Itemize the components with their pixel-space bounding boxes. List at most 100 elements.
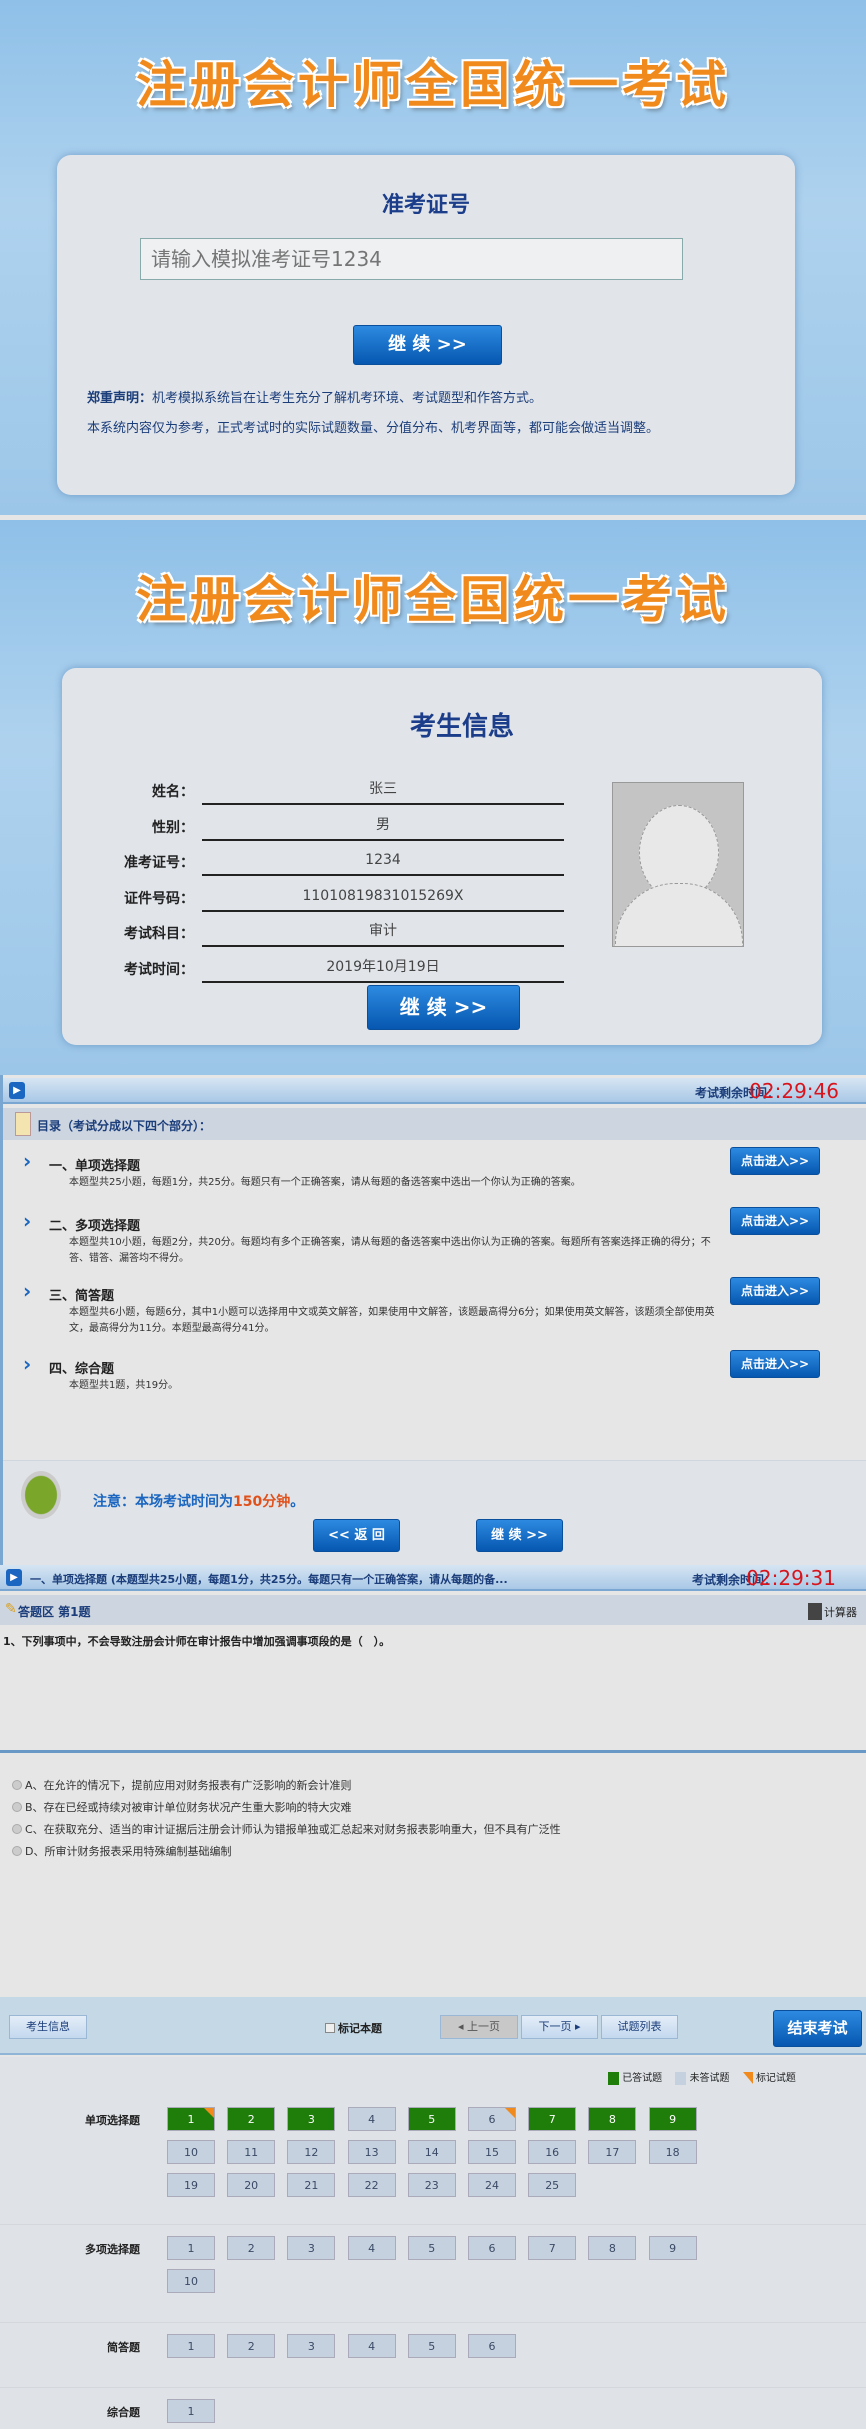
question-number-cell[interactable]: 7 <box>528 2107 577 2131</box>
question-number-cell[interactable]: 1 <box>167 2236 215 2260</box>
question-number-cell[interactable]: 4 <box>347 2334 396 2358</box>
question-number-cell[interactable]: 8 <box>588 2236 637 2260</box>
divider <box>0 1750 866 1753</box>
calculator-icon <box>808 1603 822 1620</box>
question-number-cell[interactable]: 9 <box>648 2107 697 2131</box>
question-number-cell[interactable]: 6 <box>468 2107 516 2131</box>
question-number-cell[interactable]: 10 <box>167 2140 215 2164</box>
countdown-timer: 02:29:31 <box>746 1566 836 1590</box>
answer-option[interactable]: B、存在已经或持续对被审计单位财务状况产生重大影响的特大灾难 <box>12 1799 352 1815</box>
legend-marked: 标记试题 <box>755 2073 796 2084</box>
mark-label: 标记本题 <box>338 2022 382 2035</box>
enter-section-button[interactable]: 点击进入>> <box>730 1147 820 1175</box>
question-number-cell[interactable]: 12 <box>287 2140 336 2164</box>
question-number-cell[interactable]: 16 <box>528 2140 577 2164</box>
chevron-right-icon: › <box>23 1209 32 1233</box>
back-button[interactable]: << 返 回 <box>313 1519 400 1552</box>
info-value: 审计 <box>202 917 564 947</box>
play-icon: ▶ <box>9 1082 25 1099</box>
enter-section-button[interactable]: 点击进入>> <box>730 1207 820 1235</box>
question-number-cell[interactable]: 23 <box>407 2173 456 2197</box>
answer-option[interactable]: C、在获取充分、适当的审计证据后注册会计师认为错报单独或汇总起来对财务报表影响重… <box>12 1821 561 1837</box>
question-number-cell[interactable]: 24 <box>468 2173 516 2197</box>
pencil-icon: ✎ <box>5 1601 17 1617</box>
question-number-cell[interactable]: 2 <box>227 2107 276 2131</box>
mark-question-checkbox[interactable]: 标记本题 <box>325 2020 382 2036</box>
info-value: 张三 <box>202 775 564 805</box>
question-number-cell[interactable]: 7 <box>528 2236 577 2260</box>
info-value: 男 <box>202 811 564 841</box>
marked-swatch <box>742 2072 753 2084</box>
alarm-clock-icon <box>21 1471 61 1519</box>
question-number-cell[interactable]: 17 <box>588 2140 637 2164</box>
question-number-cell[interactable]: 19 <box>167 2173 215 2197</box>
question-number-cell[interactable]: 20 <box>227 2173 276 2197</box>
question-number-cell[interactable]: 1 <box>167 2334 215 2358</box>
prev-page-button[interactable]: ◂ 上一页 <box>440 2015 518 2039</box>
student-info-button[interactable]: 考生信息 <box>9 2015 87 2039</box>
info-heading: 考生信息 <box>409 712 514 742</box>
question-number-cell[interactable]: 22 <box>347 2173 396 2197</box>
question-number-cell[interactable]: 21 <box>287 2173 336 2197</box>
continue-button[interactable]: 继 续 >> <box>367 985 520 1030</box>
question-number-cell[interactable]: 4 <box>347 2107 396 2131</box>
calculator-button[interactable]: 计算器 <box>808 1601 857 1620</box>
question-number-cell[interactable]: 10 <box>167 2269 215 2293</box>
question-number-cell[interactable]: 1 <box>167 2107 215 2131</box>
chevron-right-icon: › <box>23 1149 32 1173</box>
unanswered-swatch <box>675 2071 687 2085</box>
admission-number-input[interactable] <box>140 238 683 280</box>
question-list-button[interactable]: 试题列表 <box>601 2015 678 2039</box>
legend-answered: 已答试题 <box>622 2073 663 2084</box>
radio-button[interactable] <box>12 1780 22 1790</box>
question-number-cell[interactable]: 5 <box>407 2334 456 2358</box>
calculator-label: 计算器 <box>824 1606 857 1619</box>
question-number-cell[interactable]: 3 <box>287 2107 336 2131</box>
question-number-cell[interactable]: 3 <box>287 2236 336 2260</box>
enter-section-button[interactable]: 点击进入>> <box>730 1350 820 1378</box>
question-number-cell[interactable]: 2 <box>227 2334 276 2358</box>
question-text: 1、下列事项中，不会导致注册会计师在审计报告中增加强调事项段的是（ ）。 <box>3 1635 391 1648</box>
end-exam-button[interactable]: 结束考试 <box>773 2010 862 2047</box>
question-number-cell[interactable]: 25 <box>528 2173 577 2197</box>
notepad-icon <box>15 1112 31 1136</box>
radio-button[interactable] <box>12 1824 22 1834</box>
directory-header: ▶ 考试剩余时间： 02:29:46 <box>3 1078 866 1104</box>
question-number-cell[interactable]: 6 <box>468 2334 516 2358</box>
play-icon: ▶ <box>6 1569 22 1586</box>
question-number-cell[interactable]: 18 <box>648 2140 697 2164</box>
notice-text: 注意：本场考试时间为 <box>93 1494 233 1510</box>
toolbar <box>0 1997 866 2055</box>
enter-section-button[interactable]: 点击进入>> <box>730 1277 820 1305</box>
answer-option[interactable]: D、所审计财务报表采用特殊编制基础编制 <box>12 1843 231 1859</box>
section-description: 一、单项选择题 (本题型共25小题，每题1分，共25分。每题只有一个正确答案，请… <box>30 1573 508 1586</box>
question-number-cell[interactable]: 9 <box>648 2236 697 2260</box>
question-number-cell[interactable]: 15 <box>468 2140 516 2164</box>
radio-button[interactable] <box>12 1846 22 1856</box>
answer-option[interactable]: A、在允许的情况下，提前应用对财务报表有广泛影响的新会计准则 <box>12 1777 352 1793</box>
question-number-cell[interactable]: 4 <box>347 2236 396 2260</box>
banner-title: 注册会计师全国统一考试 <box>136 55 730 114</box>
student-info-screen: 注册会计师全国统一考试 考生信息 姓名： 张三 性别： 男准考证号： 1234 证件号码：… <box>0 520 866 1075</box>
question-number-cell[interactable]: 14 <box>407 2140 456 2164</box>
question-number-cell[interactable]: 1 <box>167 2399 215 2423</box>
question-number-cell[interactable]: 6 <box>468 2236 516 2260</box>
question-number-cell[interactable]: 13 <box>347 2140 396 2164</box>
exam-duration-notice: 注意：本场考试时间为150分钟。 <box>93 1491 304 1511</box>
question-number-cell[interactable]: 2 <box>227 2236 276 2260</box>
question-number-cell[interactable]: 5 <box>407 2107 456 2131</box>
continue-button[interactable]: 继 续 >> <box>476 1519 563 1552</box>
section-description: 本题型共25小题，每题1分，共25分。每题只有一个正确答案，请从每题的备选答案中… <box>69 1177 581 1188</box>
login-heading: 准考证号 <box>381 193 470 218</box>
question-number-cell[interactable]: 3 <box>287 2334 336 2358</box>
question-number-cell[interactable]: 8 <box>588 2107 637 2131</box>
section-title: 三、简答题 <box>49 1289 115 1304</box>
question-number-cell[interactable]: 5 <box>407 2236 456 2260</box>
section-description: 本题型共6小题，每题6分，其中1小题可以选择用中文或英文解答，如果使用中文解答，… <box>69 1307 715 1334</box>
continue-button[interactable]: 继 续 >> <box>353 325 502 365</box>
answer-area-label: 答题区 第1题 <box>18 1605 91 1619</box>
question-number-cell[interactable]: 11 <box>227 2140 276 2164</box>
exam-screen: ▶ 一、单项选择题 (本题型共25小题，每题1分，共25分。每题只有一个正确答案… <box>0 1565 866 2429</box>
next-page-button[interactable]: 下一页 ▸ <box>521 2015 598 2039</box>
radio-button[interactable] <box>12 1802 22 1812</box>
